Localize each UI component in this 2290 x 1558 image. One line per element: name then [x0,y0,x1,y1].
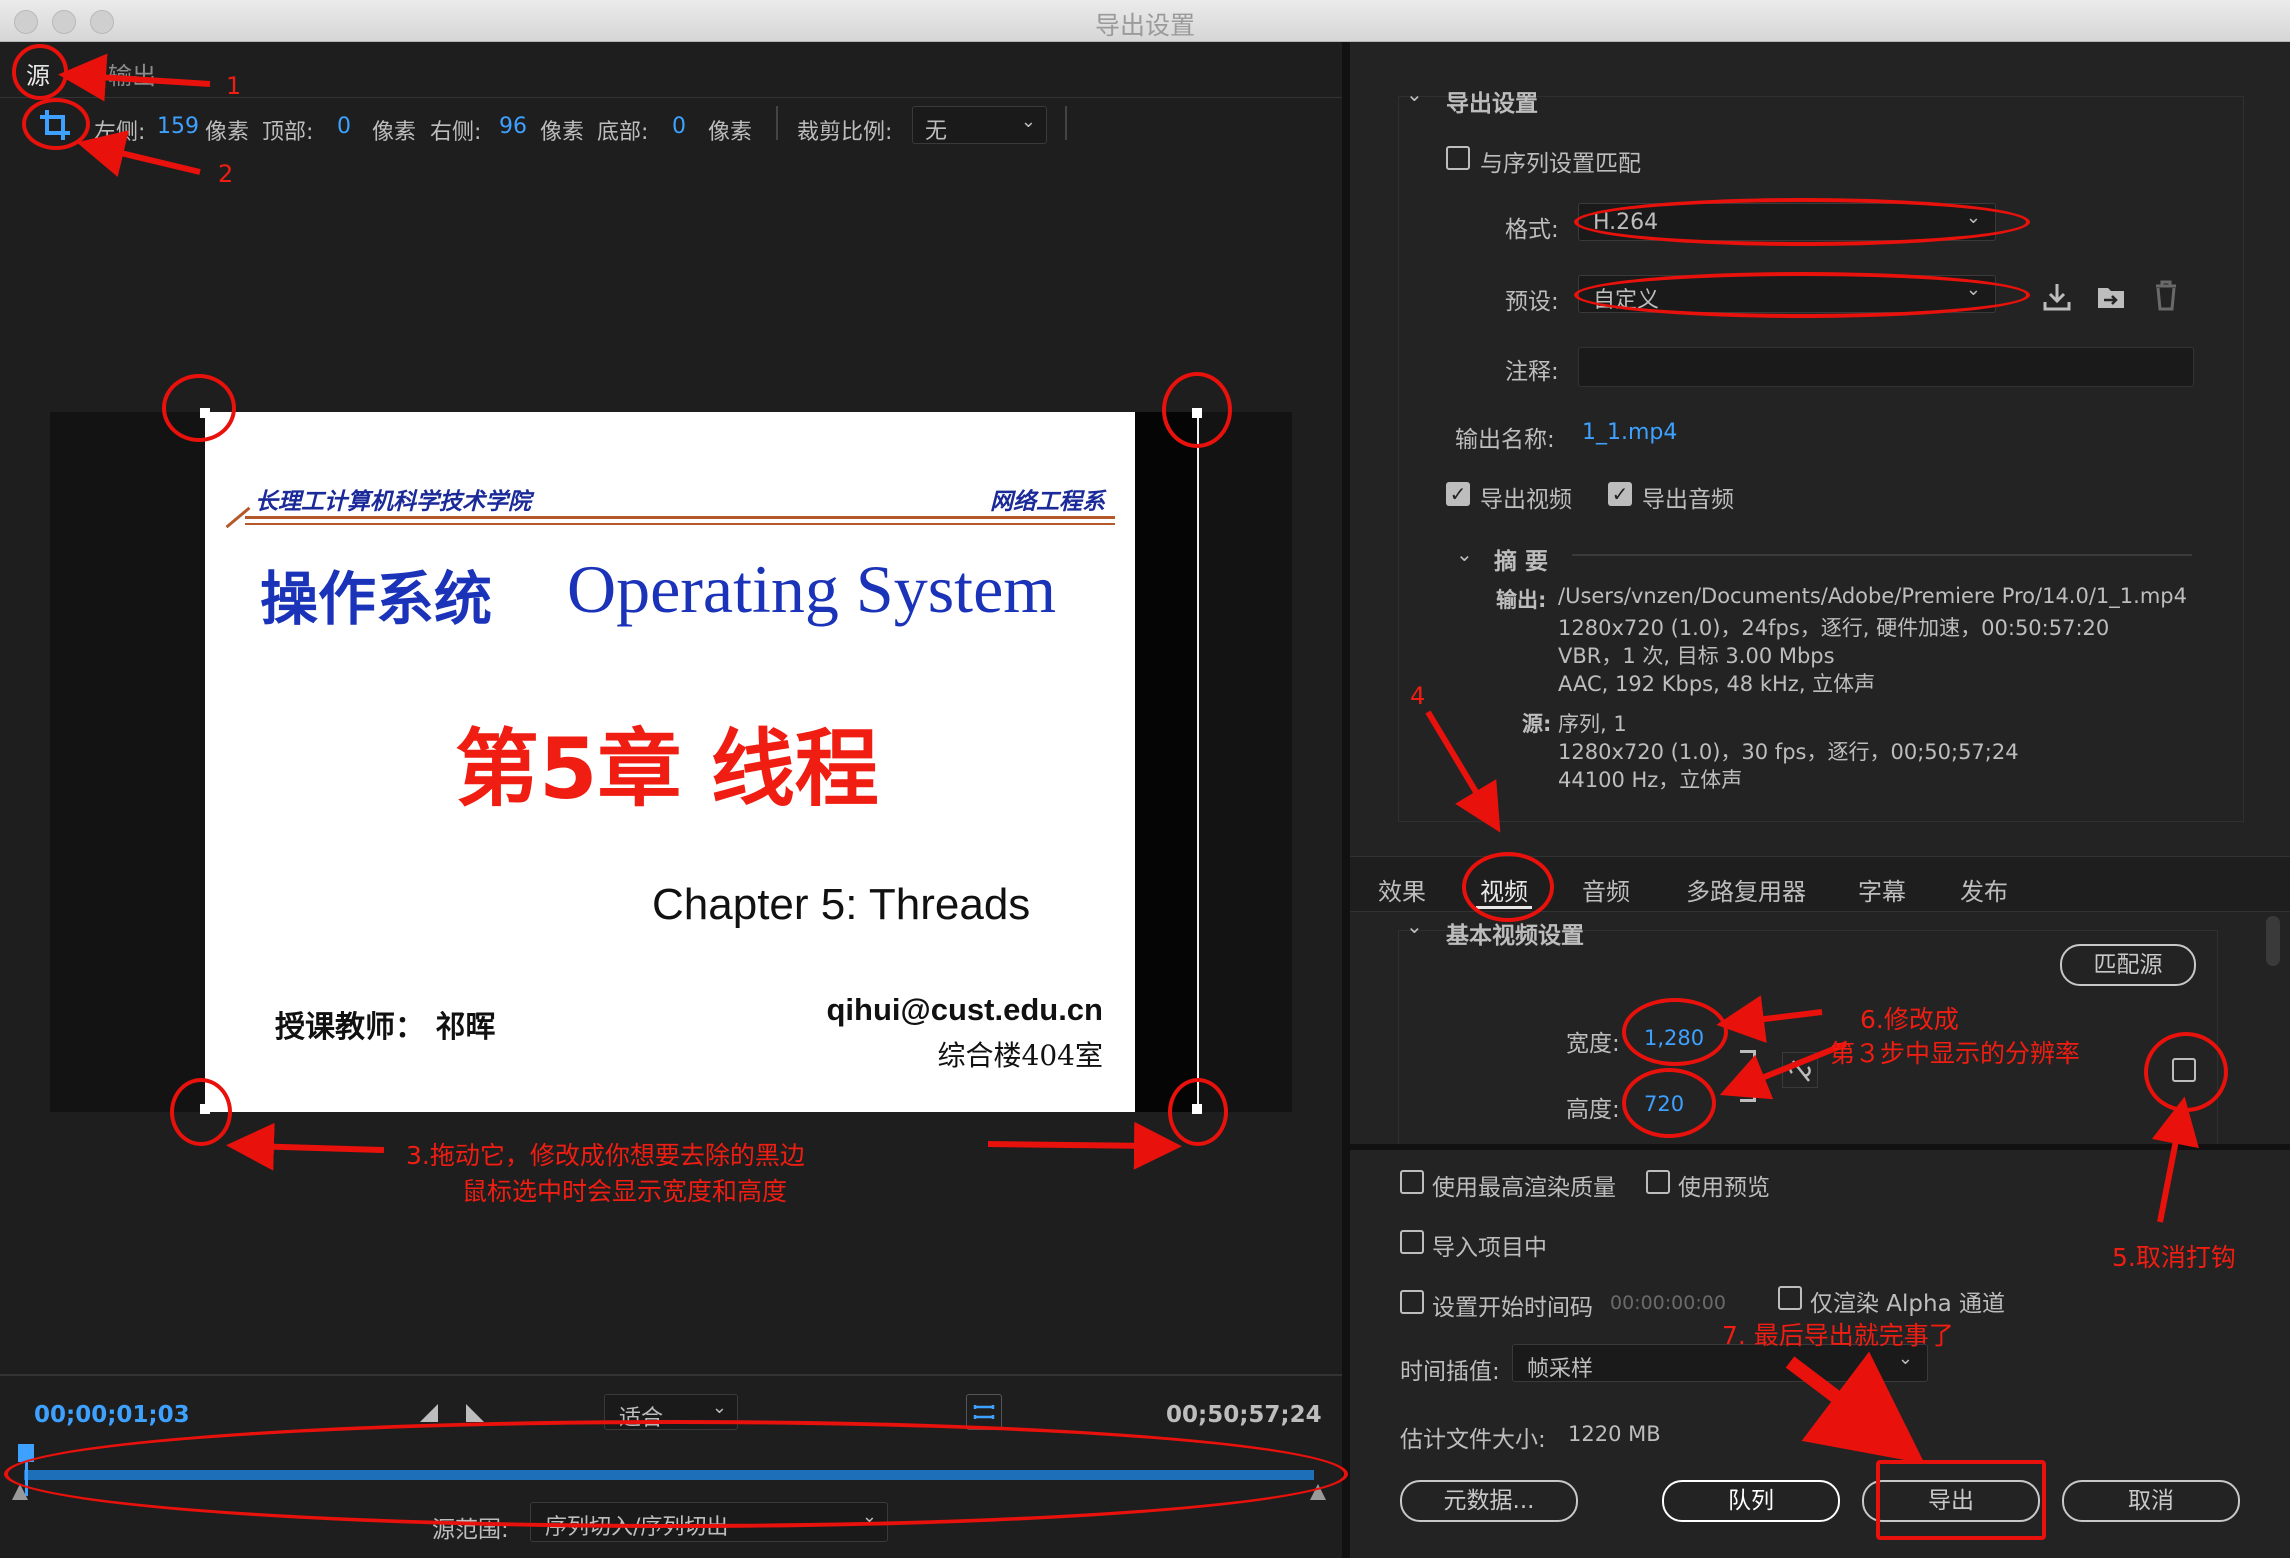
annotation-label-4: 4 [1410,682,1426,710]
annotation-label-7: 7. 最后导出就完事了 [1722,1321,1954,1350]
annotation-label-3-line1: 3.拖动它，修改成你想要去除的黑边 [406,1141,805,1170]
annotation-label-6-line2: 第３步中显示的分辨率 [1830,1039,2081,1068]
annotation-label-5: 5.取消打钩 [2112,1243,2236,1272]
annotation-label-1: 1 [226,72,242,100]
annotation-label-2: 2 [218,160,234,188]
annotation-label-3-line2: 鼠标选中时会显示宽度和高度 [462,1177,788,1206]
annotation-label-6-line1: 6.修改成 [1860,1005,1959,1034]
